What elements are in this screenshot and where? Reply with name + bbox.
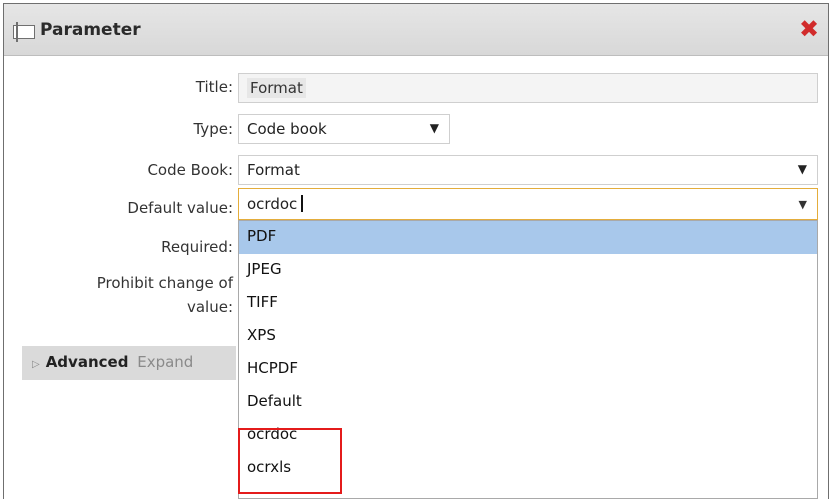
chevron-down-icon: ▼ — [429, 121, 439, 135]
dropdown-option[interactable]: HCPDF — [239, 353, 817, 386]
expand-link[interactable]: Expand — [137, 353, 193, 371]
advanced-section-header[interactable]: ▷ Advanced Expand — [22, 346, 236, 380]
dropdown-option[interactable]: TIFF — [239, 287, 817, 320]
dropdown-option[interactable]: XPS — [239, 320, 817, 353]
text-cursor — [301, 195, 304, 212]
prohibit-label-line2: value: — [186, 298, 233, 316]
title-label: Title: — [195, 78, 233, 96]
chevron-down-icon: ▼ — [797, 162, 807, 176]
title-field: Format — [238, 73, 818, 103]
dropdown-option[interactable]: PDF — [239, 221, 817, 254]
dropdown-option[interactable]: JPEG — [239, 254, 817, 287]
title-value: Format — [247, 78, 306, 98]
codebook-value: Format — [247, 161, 300, 179]
close-icon[interactable]: ✖ — [798, 17, 820, 41]
type-value: Code book — [247, 120, 327, 138]
codebook-label: Code Book: — [147, 161, 233, 179]
highlight-annotation-box — [238, 428, 342, 494]
required-label: Required: — [161, 238, 233, 256]
dialog-title: Parameter — [40, 20, 141, 40]
prohibit-label-line1: Prohibit change of — [96, 274, 233, 292]
type-label: Type: — [193, 120, 233, 138]
advanced-label: Advanced — [45, 353, 129, 371]
codebook-select[interactable]: Format ▼ — [238, 155, 818, 185]
parameter-icon — [13, 22, 35, 42]
chevron-down-icon[interactable]: ▼ — [799, 198, 807, 211]
default-value-combobox[interactable]: ocrdoc ▼ — [238, 188, 818, 220]
type-select[interactable]: Code book ▼ — [238, 114, 450, 144]
default-value-label: Default value: — [127, 199, 233, 217]
dialog-titlebar: Parameter ✖ — [4, 4, 828, 56]
default-value-text: ocrdoc — [247, 195, 298, 213]
expand-triangle-icon: ▷ — [32, 359, 40, 370]
dropdown-option[interactable]: Default — [239, 386, 817, 419]
